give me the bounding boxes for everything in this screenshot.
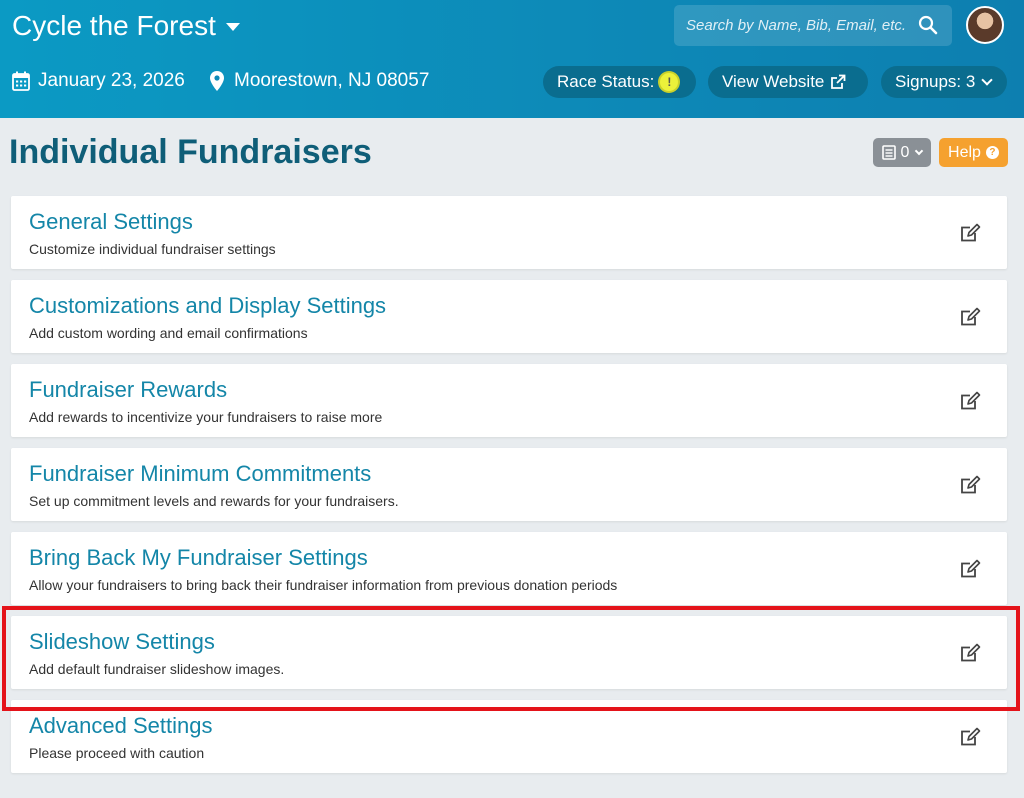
notes-icon bbox=[881, 145, 896, 160]
section-card-minimum-commitments[interactable]: Fundraiser Minimum Commitments Set up co… bbox=[11, 448, 1007, 521]
caret-down-icon bbox=[225, 23, 240, 31]
section-card-customizations-display[interactable]: Customizations and Display Settings Add … bbox=[11, 280, 1007, 353]
chevron-down-icon bbox=[981, 74, 994, 86]
view-website-button[interactable]: View Website bbox=[708, 66, 868, 98]
edit-icon[interactable] bbox=[960, 643, 981, 663]
calendar-icon bbox=[12, 71, 30, 91]
section-title[interactable]: Fundraiser Rewards bbox=[29, 377, 989, 403]
map-pin-icon bbox=[210, 71, 224, 91]
edit-icon[interactable] bbox=[960, 307, 981, 327]
race-title-dropdown[interactable]: Cycle the Forest bbox=[12, 10, 240, 42]
top-header: Cycle the Forest January 23, 2026 bbox=[0, 0, 1024, 118]
search-input[interactable] bbox=[686, 17, 916, 34]
section-title[interactable]: Customizations and Display Settings bbox=[29, 293, 989, 319]
search-box bbox=[674, 5, 952, 46]
help-label: Help bbox=[948, 143, 981, 161]
section-card-advanced-settings[interactable]: Advanced Settings Please proceed with ca… bbox=[11, 700, 1007, 773]
section-description: Customize individual fundraiser settings bbox=[29, 241, 276, 257]
signups-dropdown[interactable]: Signups: 3 bbox=[881, 66, 1007, 98]
search-icon[interactable] bbox=[918, 15, 938, 35]
race-status-button[interactable]: Race Status: ! bbox=[543, 66, 696, 98]
section-title[interactable]: Advanced Settings bbox=[29, 713, 989, 739]
section-card-bring-back-fundraiser[interactable]: Bring Back My Fundraiser Settings Allow … bbox=[11, 532, 1007, 605]
page-title: Individual Fundraisers bbox=[9, 133, 372, 171]
status-warning-icon: ! bbox=[660, 73, 679, 91]
section-title[interactable]: Bring Back My Fundraiser Settings bbox=[29, 545, 989, 571]
section-description: Please proceed with caution bbox=[29, 745, 205, 761]
help-button[interactable]: Help ? bbox=[939, 138, 1008, 167]
notes-count: 0 bbox=[900, 143, 910, 161]
edit-icon[interactable] bbox=[960, 475, 981, 495]
user-avatar[interactable] bbox=[966, 6, 1004, 44]
section-description: Add custom wording and email confirmatio… bbox=[29, 325, 308, 341]
edit-icon[interactable] bbox=[960, 223, 981, 243]
edit-icon[interactable] bbox=[960, 391, 981, 411]
section-card-general-settings[interactable]: General Settings Customize individual fu… bbox=[11, 196, 1007, 269]
notes-count-dropdown[interactable]: 0 bbox=[873, 138, 931, 167]
location-text: Moorestown, NJ 08057 bbox=[234, 70, 430, 91]
race-title: Cycle the Forest bbox=[12, 10, 216, 41]
signups-label: Signups: 3 bbox=[895, 72, 976, 91]
race-location: Moorestown, NJ 08057 bbox=[208, 70, 429, 92]
chevron-down-icon bbox=[915, 146, 924, 155]
view-website-label: View Website bbox=[722, 72, 825, 91]
external-link-icon bbox=[831, 74, 846, 89]
date-text: January 23, 2026 bbox=[38, 70, 185, 91]
section-description: Allow your fundraisers to bring back the… bbox=[29, 577, 618, 593]
section-title[interactable]: Fundraiser Minimum Commitments bbox=[29, 461, 989, 487]
race-date: January 23, 2026 bbox=[12, 70, 185, 92]
race-status-label: Race Status: bbox=[557, 72, 655, 91]
section-title[interactable]: General Settings bbox=[29, 209, 989, 235]
edit-icon[interactable] bbox=[960, 727, 981, 747]
edit-icon[interactable] bbox=[960, 559, 981, 579]
question-icon: ? bbox=[985, 146, 999, 159]
section-description: Add default fundraiser slideshow images. bbox=[29, 661, 285, 677]
section-description: Set up commitment levels and rewards for… bbox=[29, 493, 399, 509]
section-description: Add rewards to incentivize your fundrais… bbox=[29, 409, 383, 425]
section-title[interactable]: Slideshow Settings bbox=[29, 629, 989, 655]
section-card-slideshow-settings[interactable]: Slideshow Settings Add default fundraise… bbox=[11, 616, 1007, 689]
section-card-fundraiser-rewards[interactable]: Fundraiser Rewards Add rewards to incent… bbox=[11, 364, 1007, 437]
